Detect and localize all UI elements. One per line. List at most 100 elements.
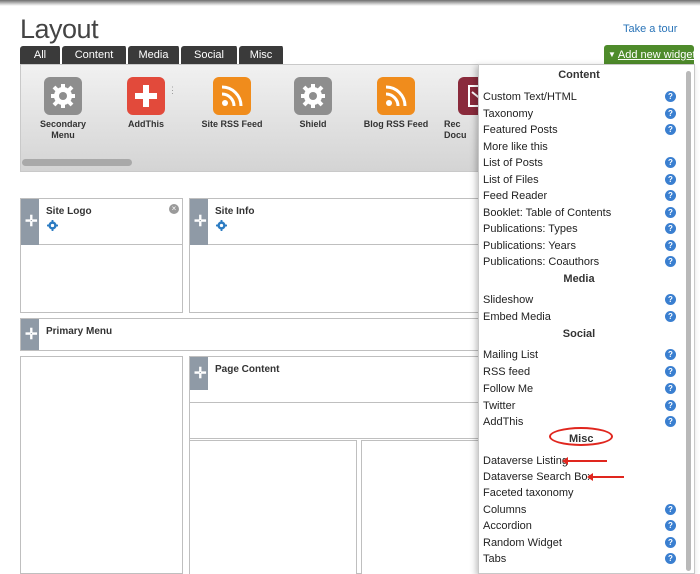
- region-site-info: ✛ Site Info: [189, 198, 489, 313]
- menu-item-label: Embed Media: [483, 311, 551, 323]
- menu-item-custom-text-html[interactable]: Custom Text/HTML?: [483, 89, 679, 105]
- help-icon[interactable]: ?: [665, 311, 676, 322]
- help-icon[interactable]: ?: [665, 383, 676, 394]
- tray-widget-shield[interactable]: Shield: [277, 77, 349, 130]
- region-content: ✛ Page Content: [189, 356, 489, 574]
- page-content-block[interactable]: ✛ Page Content: [190, 357, 488, 403]
- help-icon[interactable]: ?: [665, 256, 676, 267]
- help-icon[interactable]: ?: [665, 240, 676, 251]
- help-icon[interactable]: ?: [665, 223, 676, 234]
- widget-name: Rec Docu: [444, 119, 467, 140]
- help-icon[interactable]: ?: [665, 520, 676, 531]
- help-icon[interactable]: ?: [665, 174, 676, 185]
- menu-item-twitter[interactable]: Twitter?: [483, 398, 679, 414]
- menu-item-list-of-posts[interactable]: List of Posts?: [483, 155, 679, 171]
- menu-item-publications-coauthors[interactable]: Publications: Coauthors?: [483, 254, 679, 270]
- rss-icon: [213, 77, 251, 115]
- tab-content[interactable]: Content: [62, 46, 128, 64]
- plus-icon: [127, 77, 165, 115]
- region-sidebar-first: [20, 356, 183, 574]
- help-icon[interactable]: ?: [665, 157, 676, 168]
- tab-misc[interactable]: Misc: [239, 46, 285, 64]
- gear-icon[interactable]: [216, 220, 227, 231]
- menu-item-list-of-files[interactable]: List of Files?: [483, 172, 679, 188]
- help-icon[interactable]: ?: [665, 124, 676, 135]
- block-title: Site Info: [215, 206, 255, 217]
- dropdown-scrollbar[interactable]: [686, 71, 691, 571]
- add-new-widget-label: Add new widget: [617, 49, 696, 61]
- help-icon[interactable]: ?: [665, 349, 676, 360]
- menu-item-taxonomy[interactable]: Taxonomy?: [483, 106, 679, 122]
- tray-widget-addthis[interactable]: ⋮ AddThis: [110, 77, 182, 130]
- gear-icon: [294, 77, 332, 115]
- help-icon[interactable]: ?: [665, 294, 676, 305]
- tray-scrollbar[interactable]: [22, 159, 132, 166]
- menu-item-label: List of Files: [483, 174, 539, 186]
- move-icon: ✛: [25, 213, 38, 230]
- help-icon[interactable]: ?: [665, 553, 676, 564]
- region-primary-menu: ✛ Primary Menu: [20, 318, 490, 351]
- drag-handle[interactable]: ✛: [190, 199, 208, 245]
- menu-item-label: Tabs: [483, 553, 507, 565]
- menu-item-label: Taxonomy: [483, 108, 534, 120]
- tray-widget-recent-documents[interactable]: Rec Docu: [442, 77, 482, 141]
- block-title: Primary Menu: [46, 326, 113, 337]
- help-icon[interactable]: ?: [665, 108, 676, 119]
- menu-item-publications-types[interactable]: Publications: Types?: [483, 221, 679, 237]
- add-widget-dropdown: Content Custom Text/HTML? Taxonomy? Feat…: [478, 64, 695, 574]
- menu-item-rss-feed[interactable]: RSS feed?: [483, 364, 679, 380]
- tray-widget-site-rss-feed[interactable]: Site RSS Feed: [196, 77, 268, 130]
- widget-filter-tabs: All Content Media Social Misc: [20, 46, 285, 64]
- tab-media[interactable]: Media: [128, 46, 181, 64]
- menu-item-follow-me[interactable]: Follow Me?: [483, 381, 679, 397]
- menu-item-dataverse-search-box[interactable]: Dataverse Search Box: [483, 469, 679, 485]
- help-icon[interactable]: ?: [665, 416, 676, 427]
- section-heading-media: Media: [563, 273, 595, 285]
- misc-highlight-ellipse: [549, 427, 613, 446]
- menu-item-random-widget[interactable]: Random Widget?: [483, 535, 679, 551]
- rss-icon: [377, 77, 415, 115]
- tray-widget-secondary-menu[interactable]: Secondary Menu: [27, 77, 99, 141]
- menu-item-columns[interactable]: Columns?: [483, 502, 679, 518]
- move-icon: ✛: [194, 213, 207, 230]
- help-icon[interactable]: ?: [665, 537, 676, 548]
- site-logo-block[interactable]: ✛ Site Logo ×: [21, 199, 182, 245]
- widget-name: Shield: [299, 119, 327, 129]
- menu-item-label: Publications: Types: [483, 223, 578, 235]
- gear-icon[interactable]: [47, 220, 58, 231]
- menu-item-slideshow[interactable]: Slideshow?: [483, 292, 679, 308]
- add-new-widget-button[interactable]: ▼ Add new widget: [604, 45, 696, 64]
- menu-item-faceted-taxonomy[interactable]: Faceted taxonomy: [483, 485, 679, 501]
- drag-handle[interactable]: ✛: [21, 319, 39, 350]
- help-icon[interactable]: ?: [665, 207, 676, 218]
- menu-item-label: Publications: Coauthors: [483, 256, 600, 268]
- help-icon[interactable]: ?: [665, 504, 676, 515]
- menu-item-embed-media[interactable]: Embed Media?: [483, 309, 679, 325]
- tab-all[interactable]: All: [20, 46, 62, 64]
- menu-item-accordion[interactable]: Accordion?: [483, 518, 679, 534]
- menu-item-featured-posts[interactable]: Featured Posts?: [483, 122, 679, 138]
- drag-handle[interactable]: ✛: [21, 199, 39, 245]
- tray-widget-blog-rss-feed[interactable]: Blog RSS Feed: [360, 77, 432, 130]
- menu-item-feed-reader[interactable]: Feed Reader?: [483, 188, 679, 204]
- menu-item-label: More like this: [483, 141, 548, 153]
- menu-item-tabs[interactable]: Tabs?: [483, 551, 679, 567]
- menu-item-label: RSS feed: [483, 366, 531, 378]
- help-icon[interactable]: ?: [665, 366, 676, 377]
- tab-social[interactable]: Social: [181, 46, 239, 64]
- menu-item-publications-years[interactable]: Publications: Years?: [483, 238, 679, 254]
- menu-item-label: Follow Me: [483, 383, 534, 395]
- close-icon[interactable]: ×: [169, 204, 179, 214]
- arrow-dataverse-listing: [562, 457, 607, 465]
- region-site-logo: ✛ Site Logo ×: [20, 198, 183, 313]
- help-icon[interactable]: ?: [665, 190, 676, 201]
- menu-item-mailing-list[interactable]: Mailing List?: [483, 347, 679, 363]
- help-icon[interactable]: ?: [665, 400, 676, 411]
- help-icon[interactable]: ?: [665, 91, 676, 102]
- menu-item-more-like-this[interactable]: More like this: [483, 139, 679, 155]
- site-info-block[interactable]: ✛ Site Info: [190, 199, 488, 245]
- move-icon: ✛: [194, 365, 207, 382]
- drag-handle[interactable]: ✛: [190, 357, 208, 390]
- take-a-tour-link[interactable]: Take a tour: [623, 23, 677, 35]
- menu-item-booklet-toc[interactable]: Booklet: Table of Contents?: [483, 205, 679, 221]
